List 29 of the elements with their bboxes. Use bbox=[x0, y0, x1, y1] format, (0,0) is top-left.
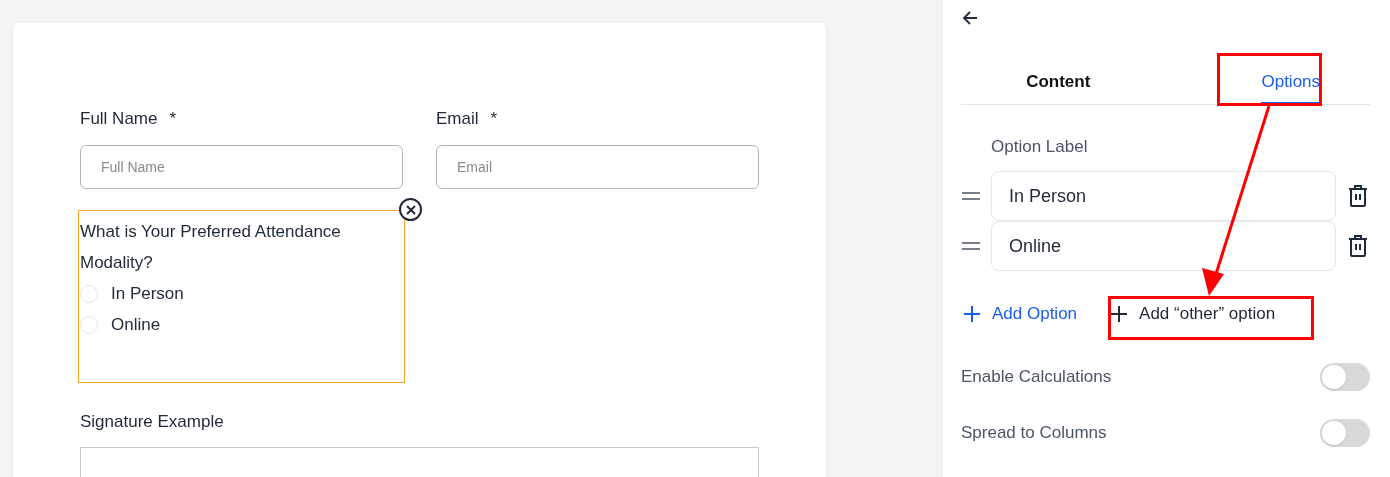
field-label: Full Name bbox=[80, 108, 158, 131]
trash-icon[interactable] bbox=[1347, 234, 1369, 258]
tab[interactable]: Content bbox=[1026, 54, 1091, 105]
plus-icon bbox=[963, 305, 981, 323]
toggle-switch[interactable] bbox=[1320, 363, 1370, 391]
toggle-label: Spread to Columns bbox=[961, 422, 1107, 445]
required-mark: * bbox=[169, 108, 177, 131]
option-label: In Person bbox=[111, 282, 184, 305]
toggle-label: Enable Calculations bbox=[961, 366, 1112, 389]
question-text: What is Your Preferred Attendance Modality? bbox=[80, 221, 342, 274]
option-input[interactable]: In Person bbox=[991, 171, 1336, 221]
tab[interactable]: Options bbox=[1261, 54, 1321, 105]
close-icon[interactable] bbox=[399, 198, 422, 221]
plus-icon bbox=[1110, 305, 1129, 323]
required-mark: * bbox=[490, 108, 498, 131]
option-input[interactable]: Online bbox=[991, 221, 1336, 271]
toggle-switch[interactable] bbox=[1320, 419, 1370, 447]
input-field[interactable]: Full Name bbox=[80, 145, 403, 189]
section-label: Option Label bbox=[991, 136, 1089, 158]
option-label: Online bbox=[111, 313, 161, 336]
add-other-option-button[interactable]: Add “other” option bbox=[1110, 301, 1276, 327]
question-block[interactable]: What is Your Preferred Attendance Modality? In Person Online bbox=[78, 210, 405, 383]
trash-icon[interactable] bbox=[1347, 184, 1369, 208]
field-label: Email bbox=[436, 108, 479, 131]
drag-handle-icon[interactable] bbox=[961, 241, 981, 251]
add-option-button[interactable]: Add Option bbox=[963, 301, 1078, 327]
drag-handle-icon[interactable] bbox=[961, 191, 981, 201]
input-field[interactable]: Email bbox=[436, 145, 759, 189]
field-label: Signature Example bbox=[80, 411, 225, 433]
